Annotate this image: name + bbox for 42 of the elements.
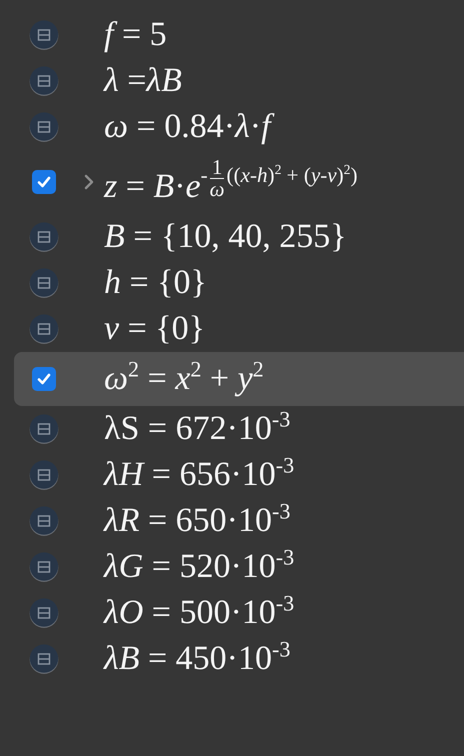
equation-row[interactable]: λ =λB (14, 58, 464, 104)
equation-row[interactable]: λG = 520·10$^{-3}$ (14, 544, 464, 590)
equation-row[interactable]: λS = 672·10$^{-3}$ (14, 406, 464, 452)
equation-row[interactable]: ω$^{2}$ = x$^{2}$ + y$^{2}$ (14, 352, 464, 406)
definition-icon[interactable] (29, 268, 59, 298)
definition-icon[interactable] (29, 66, 59, 96)
equation: ω$^{2}$ = x$^{2}$ + y$^{2}$ (104, 358, 264, 399)
definition-icon[interactable] (29, 222, 59, 252)
definition-icon[interactable] (29, 598, 59, 628)
equation: B = {10, 40, 255} (104, 216, 347, 257)
definition-icon[interactable] (29, 644, 59, 674)
equation: λO = 500·10$^{-3}$ (104, 592, 294, 633)
equation: f = 5 (104, 14, 167, 55)
equation-row[interactable]: B = {10, 40, 255} (14, 214, 464, 260)
definition-icon[interactable] (29, 414, 59, 444)
equation: λS = 672·10$^{-3}$ (104, 408, 290, 449)
definition-icon[interactable] (29, 314, 59, 344)
equation-row[interactable]: v = {0} (14, 306, 464, 352)
equation: λG = 520·10$^{-3}$ (104, 546, 294, 587)
equation: λH = 656·10$^{-3}$ (104, 454, 294, 495)
chevron-icon[interactable] (83, 173, 95, 191)
definition-icon[interactable] (29, 506, 59, 536)
equation: λB = 450·10$^{-3}$ (104, 638, 290, 679)
equation-row[interactable]: λO = 500·10$^{-3}$ (14, 590, 464, 636)
checkmark-icon (36, 174, 52, 190)
definition-icon[interactable] (29, 112, 59, 142)
equation: h = {0} (104, 262, 207, 303)
equation: λR = 650·10$^{-3}$ (104, 500, 290, 541)
checkbox[interactable] (32, 170, 56, 194)
definition-icon[interactable] (29, 20, 59, 50)
equation-row[interactable]: ω = 0.84·λ·f (14, 104, 464, 150)
checkmark-icon (36, 371, 52, 387)
equation-row[interactable]: λR = 650·10$^{-3}$ (14, 498, 464, 544)
equation-row[interactable]: f = 5 (14, 12, 464, 58)
equation-row[interactable]: λB = 450·10$^{-3}$ (14, 636, 464, 682)
equation: λ =λB (104, 60, 182, 101)
definition-icon[interactable] (29, 552, 59, 582)
equation-row[interactable]: h = {0} (14, 260, 464, 306)
equation: v = {0} (104, 308, 205, 349)
definition-icon[interactable] (29, 460, 59, 490)
equation-row[interactable]: λH = 656·10$^{-3}$ (14, 452, 464, 498)
checkbox[interactable] (32, 367, 56, 391)
